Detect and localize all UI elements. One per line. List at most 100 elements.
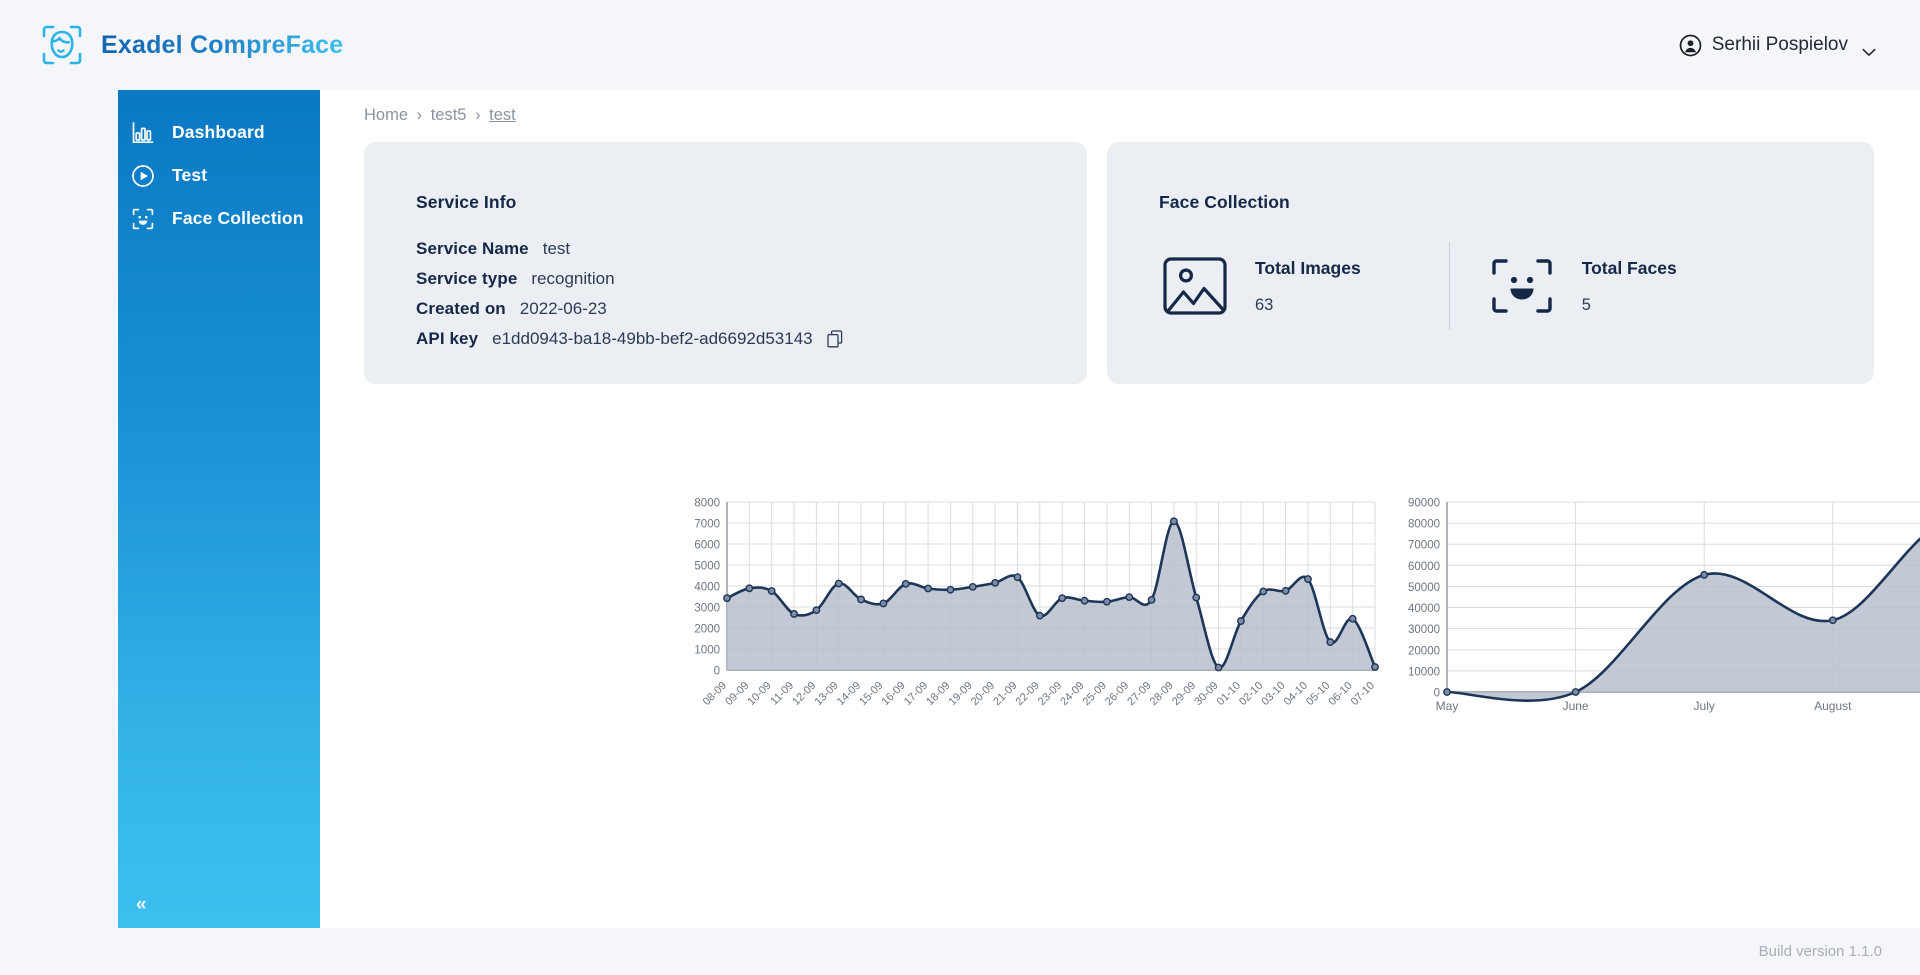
svg-text:23-09: 23-09 [1036,680,1064,708]
svg-text:03-10: 03-10 [1259,680,1287,708]
svg-text:0: 0 [1434,688,1440,700]
play-circle-icon [130,163,156,189]
api-key-value: e1dd0943-ba18-49bb-bef2-ad6692d53143 [492,329,812,349]
summary-cards: Service Info Service Name test Service t… [364,142,1874,384]
service-info-rows: Service Name test Service type recogniti… [416,234,843,354]
breadcrumb-separator: › [417,106,423,124]
svg-text:12-09: 12-09 [790,680,818,708]
brand-name: Exadel CompreFace [101,31,343,60]
svg-text:30-09: 30-09 [1192,680,1220,708]
face-collection-stats: Total Images 63 [1163,242,1677,330]
svg-text:19-09: 19-09 [947,680,975,708]
breadcrumb-item-test5[interactable]: test5 [431,106,467,124]
total-images-value: 63 [1255,296,1361,315]
stats-divider [1449,242,1450,330]
svg-text:22-09: 22-09 [1014,680,1042,708]
svg-text:25-09: 25-09 [1081,680,1109,708]
svg-text:21-09: 21-09 [991,680,1019,708]
svg-text:26-09: 26-09 [1103,680,1131,708]
user-menu[interactable]: Serhii Pospielov [1679,34,1884,57]
svg-text:27-09: 27-09 [1125,680,1153,708]
faces-per-month-chart: 0100002000030000400005000060000700008000… [1395,492,1920,747]
svg-text:02-10: 02-10 [1237,680,1265,708]
service-info-card: Service Info Service Name test Service t… [364,142,1087,384]
brand[interactable]: Exadel CompreFace [40,23,343,67]
svg-text:15-09: 15-09 [857,680,885,708]
build-version: Build version 1.1.0 [1759,943,1882,960]
chevron-down-icon [1862,41,1876,50]
service-info-title: Service Info [416,192,516,213]
api-key-label: API key [416,329,478,349]
total-images-label: Total Images [1255,258,1361,279]
svg-text:06-10: 06-10 [1326,680,1354,708]
sidebar-item-label: Test [172,165,207,186]
user-name: Serhii Pospielov [1712,34,1848,56]
sidebar-collapse-button[interactable]: « [136,895,146,914]
breadcrumb-item-current[interactable]: test [489,106,516,124]
service-type-value: recognition [531,269,614,289]
sidebar-item-label: Dashboard [172,122,265,143]
service-name-value: test [543,239,570,259]
total-images-stat: Total Images 63 [1163,257,1361,315]
svg-text:May: May [1436,699,1459,713]
svg-text:July: July [1694,699,1715,713]
footer: Build version 1.1.0 [320,928,1920,975]
svg-text:20000: 20000 [1408,645,1440,657]
svg-text:14-09: 14-09 [835,680,863,708]
sidebar-item-dashboard[interactable]: Dashboard [118,111,320,154]
svg-text:28-09: 28-09 [1148,680,1176,708]
svg-text:11-09: 11-09 [768,680,796,708]
svg-text:07-10: 07-10 [1349,680,1377,708]
svg-text:5000: 5000 [694,561,720,573]
svg-text:7000: 7000 [694,519,720,531]
total-faces-stat: Total Faces 5 [1490,257,1677,315]
user-circle-icon [1679,34,1702,57]
svg-text:13-09: 13-09 [812,680,840,708]
svg-text:0: 0 [714,666,720,678]
svg-text:2000: 2000 [694,624,720,636]
sidebar-item-test[interactable]: Test [118,154,320,197]
breadcrumb: Home › test5 › test [364,106,516,125]
sidebar-item-label: Face Collection [172,208,304,229]
svg-text:24-09: 24-09 [1058,680,1086,708]
created-on-row: Created on 2022-06-23 [416,294,843,324]
svg-text:90000: 90000 [1408,498,1440,510]
total-faces-value: 5 [1582,296,1677,315]
svg-text:01-10: 01-10 [1215,680,1243,708]
created-on-label: Created on [416,299,506,319]
svg-text:18-09: 18-09 [924,680,952,708]
svg-text:3000: 3000 [694,603,720,615]
image-icon [1163,257,1227,315]
main-content: Home › test5 › test Service Info Service… [320,90,1920,928]
svg-text:30000: 30000 [1408,624,1440,636]
svg-text:10-09: 10-09 [745,680,773,708]
breadcrumb-separator: › [475,106,481,124]
face-scan-icon [1490,257,1554,315]
bar-chart-icon [130,120,156,146]
sidebar-item-face-collection[interactable]: Face Collection [118,197,320,240]
service-name-label: Service Name [416,239,529,259]
svg-text:50000: 50000 [1408,582,1440,594]
total-images-text: Total Images 63 [1255,258,1361,315]
breadcrumb-item-home[interactable]: Home [364,106,408,124]
face-scan-icon [130,206,156,232]
total-faces-label: Total Faces [1582,258,1677,279]
api-key-row: API key e1dd0943-ba18-49bb-bef2-ad6692d5… [416,324,843,354]
app-root: Exadel CompreFace Serhii Pospielov [0,0,1920,975]
service-type-row: Service type recognition [416,264,843,294]
total-faces-text: Total Faces 5 [1582,258,1677,315]
sidebar: Dashboard Test [118,90,320,928]
face-collection-title: Face Collection [1159,192,1290,213]
svg-text:17-09: 17-09 [902,680,930,708]
svg-text:80000: 80000 [1408,519,1440,531]
svg-text:40000: 40000 [1408,603,1440,615]
face-scan-logo-icon [40,23,84,67]
svg-text:4000: 4000 [694,582,720,594]
svg-text:August: August [1814,699,1852,713]
svg-text:08-09: 08-09 [701,680,729,708]
svg-text:16-09: 16-09 [879,680,907,708]
service-name-row: Service Name test [416,234,843,264]
svg-text:05-10: 05-10 [1304,680,1332,708]
svg-text:60000: 60000 [1408,561,1440,573]
copy-icon[interactable] [827,330,843,348]
